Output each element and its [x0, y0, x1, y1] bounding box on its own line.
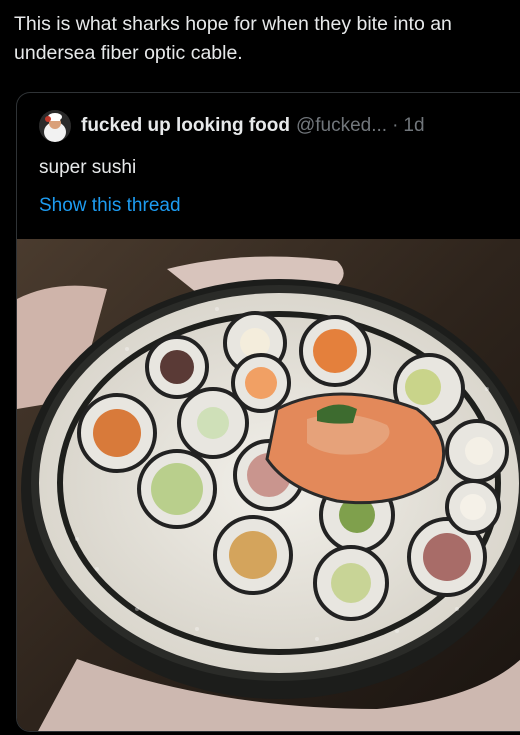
author-handle[interactable]: @fucked...: [296, 115, 387, 137]
show-thread-link[interactable]: Show this thread: [39, 195, 181, 217]
author-name[interactable]: fucked up looking food: [81, 115, 290, 137]
quoted-tweet-header: fucked up looking food @fucked... · 1d: [39, 109, 520, 143]
separator-dot: ·: [392, 115, 399, 136]
sushi-roll-photo[interactable]: [17, 239, 520, 731]
timestamp[interactable]: 1d: [403, 115, 424, 137]
tweet-text: This is what sharks hope for when they b…: [14, 13, 452, 64]
quoted-tweet-card[interactable]: fucked up looking food @fucked... · 1d s…: [16, 92, 520, 732]
quoted-tweet-text: super sushi: [39, 157, 137, 178]
chef-avatar-icon[interactable]: [39, 110, 71, 142]
